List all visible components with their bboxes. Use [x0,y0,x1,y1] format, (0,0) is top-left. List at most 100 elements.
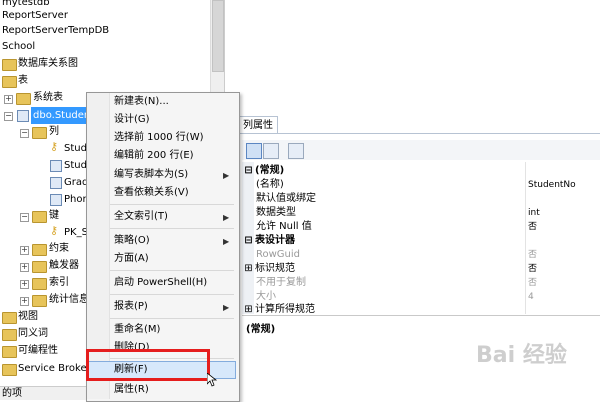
tree-item-columns[interactable]: 列 [49,123,59,140]
expand-icon[interactable]: + [4,95,13,104]
expand-icon[interactable]: + [20,297,29,306]
menu-item-start-powershell[interactable]: 启动 PowerShell(H) [114,274,207,292]
tree-item-views[interactable]: 视图 [18,308,38,325]
menu-item-properties[interactable]: 属性(R) [114,381,149,399]
folder-icon [32,278,47,290]
expand-icon[interactable]: ⊞ [242,262,255,276]
menu-separator [110,228,234,229]
property-name: 标识规范 [255,263,295,274]
collapse-icon[interactable]: ⊟ [242,164,255,178]
menu-item-policies[interactable]: 策略(O) [114,232,150,250]
tree-item-triggers[interactable]: 触发器 [49,257,79,274]
tree-item-label: 列 [49,126,59,137]
watermark-logo: Bai 经验 [476,337,596,377]
tree-item-pk[interactable]: PK_S [64,224,88,241]
explorer-scroll-thumb[interactable] [212,0,224,72]
property-value[interactable]: 否 [528,220,537,234]
tree-item-constraints[interactable]: 约束 [49,240,69,257]
tree-item-label: 表 [18,75,28,86]
tree-item-label: 同义词 [18,328,48,339]
menu-item-label: 全文索引(T) [114,211,168,222]
property-row[interactable]: (名称) [256,178,284,192]
property-name: 大小 [256,291,276,302]
collapse-icon[interactable]: − [20,129,29,138]
collapse-icon[interactable]: − [4,112,13,121]
property-row[interactable]: 数据类型 [256,206,296,220]
expand-icon[interactable]: + [20,263,29,272]
collapse-icon[interactable]: − [20,213,29,222]
menu-item-script-table-as[interactable]: 编写表脚本为(S) [114,166,188,184]
menu-item-label: 策略(O) [114,235,150,246]
menu-item-fulltext-index[interactable]: 全文索引(T) [114,208,168,226]
property-value[interactable]: 4 [528,290,534,304]
expand-icon[interactable]: ⊞ [242,303,255,314]
column-icon [50,160,62,172]
tree-item-label: dbo.Studen [33,110,91,121]
tree-item-school[interactable]: School [2,38,35,55]
tree-item-label: 数据库关系图 [18,58,78,69]
property-name: (名称) [256,179,284,190]
property-name: 计算所得规范 [255,304,315,314]
tree-item-keys[interactable]: 键 [49,207,59,224]
property-row[interactable]: ⊞ 标识规范 [242,262,295,276]
menu-item-edit-top-200[interactable]: 编辑前 200 行(E) [114,147,194,165]
menu-separator [110,318,234,319]
property-value[interactable]: int [528,206,540,220]
collapse-icon[interactable]: ⊟ [242,234,255,248]
menu-item-label: 报表(P) [114,301,148,312]
tree-item-column[interactable]: Phor [64,191,87,208]
tree-item-indexes[interactable]: 索引 [49,274,69,291]
tree-item-column[interactable]: Grad [64,174,88,191]
menu-separator [110,270,234,271]
property-value[interactable]: 否 [528,262,537,276]
property-row[interactable]: RowGuid [256,248,300,262]
property-category[interactable]: ⊟ 表设计器 [242,234,295,248]
annotation-highlight-box [86,349,210,381]
tree-item-label: Service Broke [18,363,87,374]
table-icon [17,110,29,122]
property-value[interactable]: 否 [528,276,537,290]
tree-item-system-tables[interactable]: 系统表 [33,89,63,106]
tree-item-synonyms[interactable]: 同义词 [18,325,48,342]
watermark-text: Bai 经验 [476,343,567,368]
property-row[interactable]: 大小 [256,290,276,304]
property-row[interactable]: 允许 Null 值 [256,220,312,234]
categorized-icon[interactable] [246,143,262,159]
property-pages-icon[interactable] [288,143,304,159]
tree-item-programmability[interactable]: 可编程性 [18,342,58,359]
tree-item-dbo-student[interactable]: dbo.Studen [31,107,93,124]
menu-item-design[interactable]: 设计(G) [114,111,150,129]
property-row[interactable]: ⊞ 计算所得规范 [242,303,315,314]
expand-icon[interactable]: + [20,246,29,255]
tree-item-label: PK_S [64,227,88,238]
tree-item-label: Phor [64,194,87,205]
property-name: 表设计器 [255,235,295,246]
expand-icon[interactable]: + [20,280,29,289]
menu-item-view-dependencies[interactable]: 查看依赖关系(V) [114,184,189,202]
tree-item-tables[interactable]: 表 [18,72,28,89]
tree-item-reportservertempdb[interactable]: ReportServerTempDB [2,22,109,39]
alphabetical-icon[interactable] [263,143,279,159]
menu-item-reports[interactable]: 报表(P) [114,298,148,316]
tree-item-label: 可编程性 [18,345,58,356]
property-row[interactable]: 不用于复制 [256,276,306,290]
menu-item-facets[interactable]: 方面(A) [114,250,149,268]
menu-item-label: 启动 PowerShell(H) [114,277,208,288]
tree-item-label: ReportServerTempDB [2,25,110,36]
tree-item-label: 键 [49,210,59,221]
menu-item-select-top-1000[interactable]: 选择前 1000 行(W) [114,129,204,147]
menu-item-rename[interactable]: 重命名(M) [114,321,160,339]
tree-item-statistics[interactable]: 统计信息 [49,291,89,308]
tab-column-properties[interactable]: 列属性 [238,116,278,134]
property-row[interactable]: 默认值或绑定 [256,192,316,206]
property-value[interactable]: 否 [528,248,537,262]
submenu-arrow-icon: ▶ [223,213,230,222]
menu-item-new-table[interactable]: 新建表(N)... [114,93,169,111]
property-value[interactable]: StudentNo [528,178,576,192]
tree-item-diagrams[interactable]: 数据库关系图 [18,55,78,72]
key-icon: ⚷ [50,224,59,237]
tree-item-label: 系统表 [33,92,63,103]
tree-item-service-broker[interactable]: Service Broke [18,360,87,377]
menu-item-label: 选择前 1000 行(W) [114,132,204,143]
property-category[interactable]: ⊟ (常规) [242,164,284,178]
